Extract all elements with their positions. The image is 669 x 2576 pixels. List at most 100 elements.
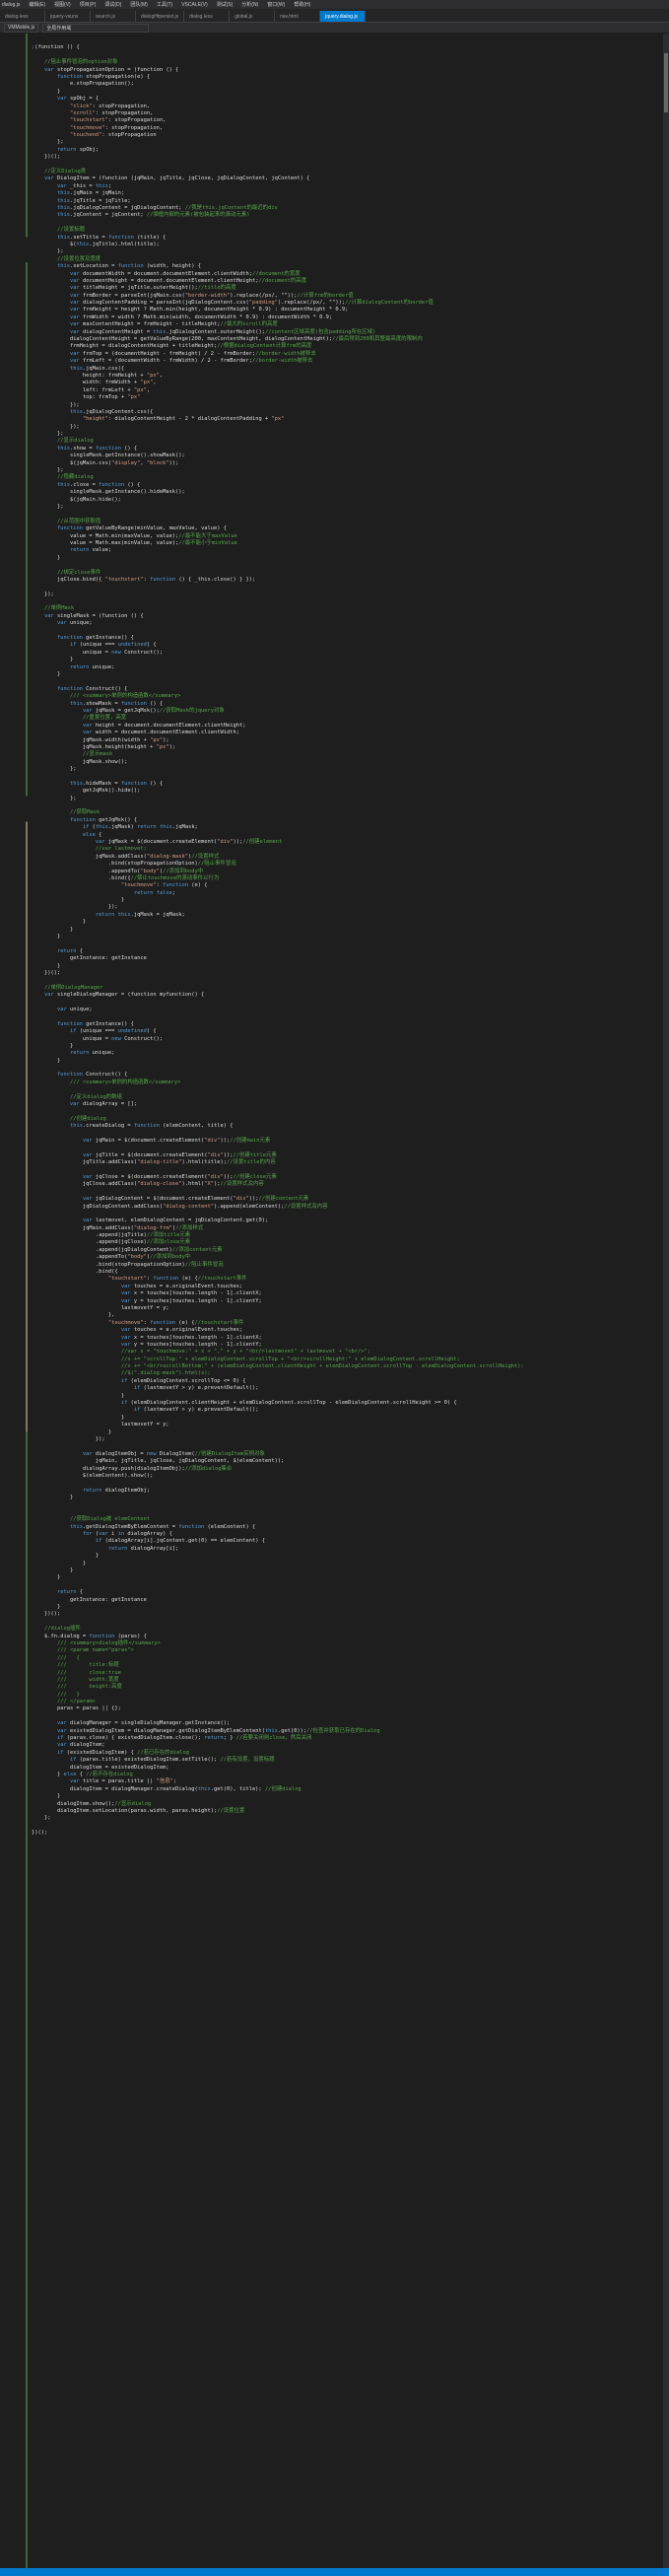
code-line[interactable]: var DialogItem = (function (jqMain, jqTi… (32, 175, 663, 182)
code-line[interactable] (32, 1851, 663, 1858)
code-line[interactable]: if (elemDialogContent.clientHeight + ele… (32, 1400, 663, 1407)
code-line[interactable]: } (32, 927, 663, 934)
code-line[interactable]: return { (32, 948, 663, 955)
code-line[interactable]: e.stopPropagation(); (32, 81, 663, 88)
code-line[interactable]: }; (32, 467, 663, 474)
code-line[interactable] (32, 1845, 663, 1851)
code-line[interactable]: //s += "<br/>scrollBottom:" + (elemDialo… (32, 1363, 663, 1370)
code-line[interactable] (32, 1131, 663, 1138)
code-line[interactable]: var frmLeft = (documentWidth - frmWidth)… (32, 358, 663, 365)
code-line[interactable]: else { (32, 832, 663, 839)
code-line[interactable]: function getValueByRange(minValue, maxVa… (32, 525, 663, 532)
code-line[interactable]: } (32, 671, 663, 678)
code-line[interactable]: /// </param> (32, 1699, 663, 1706)
code-line[interactable]: var frmBorder = parseInt(jqMain.css("bor… (32, 293, 663, 300)
code-line[interactable]: }); (32, 592, 663, 598)
code-line[interactable]: this.createDialog = function (elemConten… (32, 1123, 663, 1130)
code-line[interactable]: this.showMask = function () { (32, 701, 663, 708)
code-line[interactable]: })(); (32, 1611, 663, 1618)
code-line[interactable]: //创建dialog (32, 1116, 663, 1123)
code-line[interactable]: var x = touches[touches.length - 1].clie… (32, 1290, 663, 1297)
code-line[interactable]: } (32, 555, 663, 562)
code-line[interactable]: /// { (32, 1655, 663, 1662)
code-line[interactable]: jqClose.addClass("dialog-close").html("X… (32, 1181, 663, 1188)
code-line[interactable]: //隐藏dialog (32, 474, 663, 481)
code-line[interactable]: function getInstance() { (32, 635, 663, 642)
code-line[interactable]: var unique; (32, 1007, 663, 1013)
vertical-scrollbar[interactable] (663, 34, 669, 2568)
code-line[interactable]: } (32, 1604, 663, 1611)
code-line[interactable]: }, (32, 1312, 663, 1319)
code-line[interactable]: } (32, 1393, 663, 1400)
code-line[interactable]: }; (32, 504, 663, 511)
code-line[interactable]: /// width:宽度 (32, 1677, 663, 1684)
code-line[interactable]: //定义Dialog类 (32, 169, 663, 175)
code-line[interactable]: /// height:高度 (32, 1684, 663, 1691)
code-line[interactable]: })(); (32, 154, 663, 161)
code-line[interactable]: //设置位置及宽度 (32, 256, 663, 263)
code-line[interactable]: var dialogContentHeight = this.jqDialogC… (32, 329, 663, 336)
code-line[interactable]: jqMain, jqTitle, jqClose, jqDialogConten… (32, 1458, 663, 1465)
code-line[interactable]: "touchmove": function (e) {//touchstart事… (32, 1320, 663, 1327)
code-line[interactable]: var lastmovet, elemDialogContent = jqDia… (32, 1218, 663, 1224)
code-line[interactable]: jqClose.bind({ "touchstart": function ()… (32, 577, 663, 584)
code-line[interactable]: .bind(stopPropagationOption)//阻止事件冒泡 (32, 861, 663, 868)
code-line[interactable] (32, 162, 663, 169)
code-line[interactable]: jqDialogContent.addClass("dialog-content… (32, 1204, 663, 1211)
code-line[interactable]: //从范围中获取值 (32, 519, 663, 525)
code-line[interactable]: $(jqMain.css("display", "block")); (32, 460, 663, 467)
code-line[interactable]: this.getDialogItemByElemContent = functi… (32, 1524, 663, 1531)
code-line[interactable]: "touchend": stopPropagation (32, 132, 663, 139)
code-line[interactable]: return dialogItemObj; (32, 1488, 663, 1495)
code-line[interactable]: if (unique === undefined) { (32, 642, 663, 649)
code-line[interactable]: //s += "scrollTop:" + elemDialogContent.… (32, 1357, 663, 1363)
code-line[interactable]: } (32, 1415, 663, 1422)
editor-tab[interactable]: search.js (91, 11, 136, 22)
code-line[interactable]: getInstance: getInstance (32, 1597, 663, 1604)
code-line[interactable]: var jqMask = getJqMsk();//获取Mask的jquery对… (32, 708, 663, 715)
code-line[interactable]: "touchstart": stopPropagation, (32, 117, 663, 124)
code-area[interactable]: ;(function () { //阻止事件冒泡的option对象 var st… (32, 37, 663, 1859)
menu-item[interactable]: 窗口(W) (267, 1, 285, 8)
code-line[interactable]: var unique; (32, 620, 663, 627)
code-line[interactable]: /// <summary>单例的构造函数</summary> (32, 693, 663, 700)
code-editor[interactable]: ;(function () { //阻止事件冒泡的option对象 var st… (0, 34, 669, 2576)
menu-item[interactable]: 团队(M) (130, 1, 148, 8)
code-line[interactable]: dialogItem.setLocation(paras.width, para… (32, 1808, 663, 1815)
code-line[interactable]: var singleMask = (function () { (32, 613, 663, 620)
code-line[interactable]: //var s = "touchmove:" + x + "," + y + "… (32, 1349, 663, 1356)
code-line[interactable]: return spObj; (32, 147, 663, 154)
code-line[interactable]: function getJqMsk() { (32, 817, 663, 824)
code-line[interactable]: var stopPropagationOption = (function ()… (32, 67, 663, 74)
code-line[interactable]: var height = document.documentElement.cl… (32, 723, 663, 730)
code-line[interactable]: .append(jqClose)//添加close元素 (32, 1239, 663, 1246)
code-line[interactable]: } (32, 919, 663, 926)
code-line[interactable]: return unique; (32, 1050, 663, 1057)
code-line[interactable]: })(); (32, 970, 663, 977)
menu-item[interactable]: 测试(S) (217, 1, 234, 8)
menu-item[interactable]: 调试(D) (104, 1, 121, 8)
code-line[interactable]: value = Math.min(maxValue, value);//最不能大… (32, 533, 663, 540)
code-line[interactable] (32, 773, 663, 780)
code-line[interactable]: .appendTo("body")//添加到body中 (32, 869, 663, 875)
code-line[interactable]: //var lastmovet; (32, 846, 663, 853)
code-line[interactable]: } (32, 89, 663, 96)
code-line[interactable]: if (this.jqMask) return this.jqMask; (32, 824, 663, 831)
code-line[interactable] (32, 1013, 663, 1020)
editor-tab[interactable]: global.js (230, 11, 276, 22)
code-line[interactable]: }); (32, 402, 663, 409)
code-line[interactable]: var existedDialogItem = dialogManager.ge… (32, 1728, 663, 1735)
editor-tab[interactable]: dialog.less (184, 11, 231, 22)
code-line[interactable]: } (32, 1567, 663, 1574)
editor-tab[interactable]: nav.html (275, 11, 321, 22)
code-line[interactable]: } (32, 1429, 663, 1436)
code-line[interactable]: "height": dialogContentHeight - 2 * dial… (32, 416, 663, 423)
code-line[interactable]: //阻止事件冒泡的option对象 (32, 59, 663, 66)
code-line[interactable]: "touchmove": function (e) { (32, 882, 663, 889)
code-line[interactable] (32, 1167, 663, 1174)
code-line[interactable]: var _this = this; (32, 183, 663, 190)
code-line[interactable]: frmHeight = dialogContentHeight + titleH… (32, 343, 663, 350)
editor-tab[interactable]: dialogHtpersist.js (136, 11, 185, 22)
menu-item[interactable]: dialog.js (2, 2, 20, 8)
code-line[interactable]: } (32, 1495, 663, 1501)
